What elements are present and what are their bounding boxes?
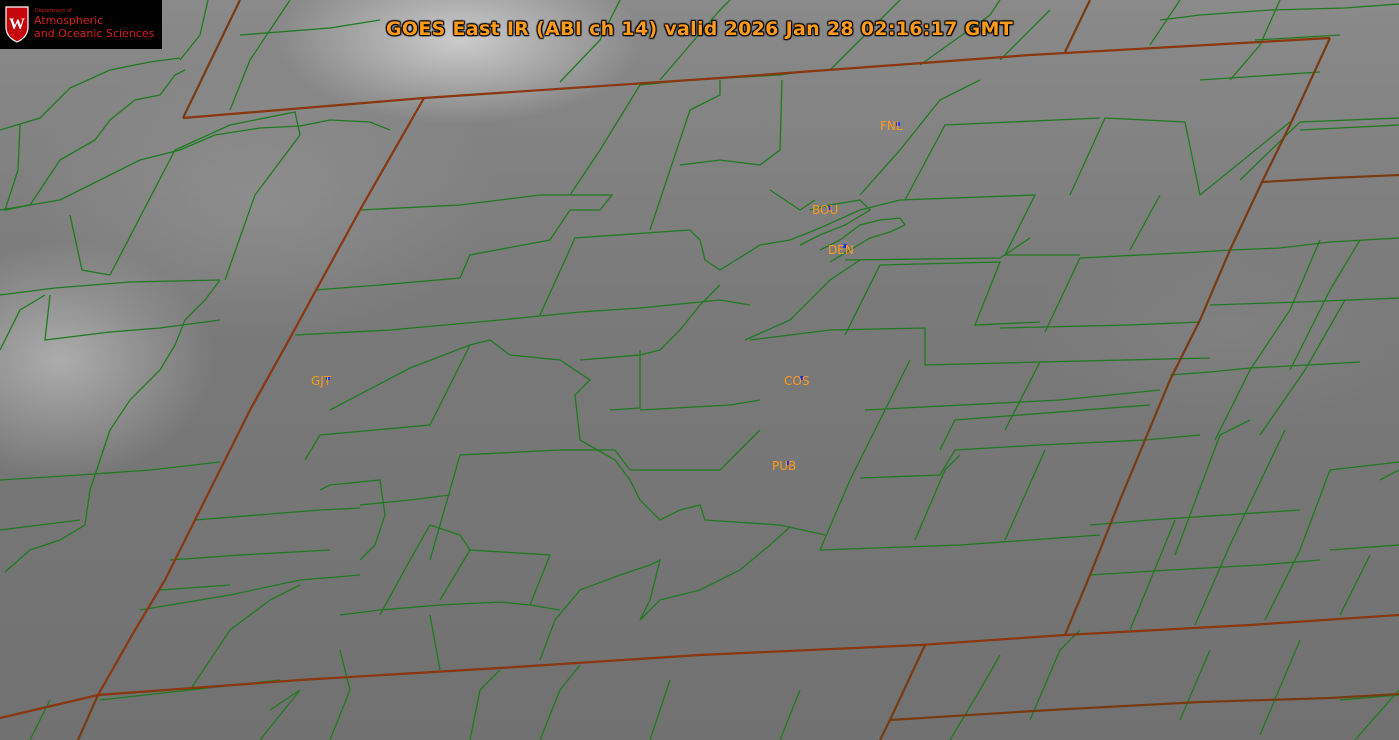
station-label-gjt: GJT (311, 374, 332, 388)
satellite-map: W Department of Atmospheric and Oceanic … (0, 0, 1399, 740)
map-overlay (0, 0, 1399, 740)
station-label-cos: COS (784, 374, 810, 388)
station-label-pub: PUB (772, 459, 797, 473)
station-label-den: DEN (828, 243, 854, 257)
station-label-fnl: FNL (880, 119, 903, 133)
map-title: GOES East IR (ABI ch 14) valid 2026 Jan … (386, 18, 1013, 40)
state-boundaries (0, 0, 1399, 740)
station-label-bou: BOU (812, 203, 839, 217)
